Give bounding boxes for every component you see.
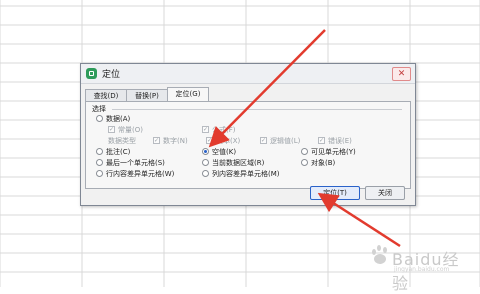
- option-comment-label: 批注(C): [106, 148, 131, 156]
- option-object-label: 对象(B): [311, 159, 336, 167]
- app-icon: [86, 68, 97, 79]
- option-col-diff[interactable]: 列内容差异单元格(M): [202, 169, 280, 179]
- option-current-region-label: 当前数据区域(R): [212, 159, 265, 167]
- option-logic[interactable]: ✓ 逻辑值(L): [260, 136, 300, 146]
- options-panel: 选择 数据(A) ✓ 常量(O) ✓ 公式(F) 数据类型 ✓ 数字(N) ✓ 文本(X…: [85, 101, 411, 189]
- option-constant[interactable]: ✓ 常量(O): [108, 125, 143, 135]
- option-row-diff[interactable]: 行内容差异单元格(W): [96, 169, 174, 179]
- option-constant-label: 常量(O): [118, 126, 143, 134]
- radio-blank[interactable]: [202, 147, 209, 155]
- option-visible-label: 可见单元格(Y): [311, 148, 356, 156]
- radio-data[interactable]: [96, 114, 103, 122]
- option-formula-label: 公式(F): [212, 126, 236, 134]
- dialog-titlebar[interactable]: 定位 ✕: [81, 64, 415, 84]
- radio-object[interactable]: [301, 158, 308, 166]
- option-number-label: 数字(N): [163, 137, 188, 145]
- check-logic[interactable]: ✓: [260, 136, 267, 144]
- option-current-region[interactable]: 当前数据区域(R): [202, 158, 264, 168]
- data-type-label: 数据类型: [108, 137, 136, 145]
- close-icon[interactable]: ✕: [392, 67, 411, 81]
- radio-row-diff[interactable]: [96, 169, 103, 177]
- option-error-label: 错误(E): [328, 137, 352, 145]
- option-comment[interactable]: 批注(C): [96, 147, 130, 157]
- dialog-title: 定位: [102, 70, 121, 80]
- option-logic-label: 逻辑值(L): [270, 137, 301, 145]
- option-visible[interactable]: 可见单元格(Y): [301, 147, 356, 157]
- option-blank[interactable]: 空值(K): [202, 147, 236, 157]
- option-error[interactable]: ✓ 错误(E): [318, 136, 352, 146]
- option-row-diff-label: 行内容差异单元格(W): [106, 170, 175, 178]
- check-text[interactable]: ✓: [206, 136, 213, 144]
- close-button[interactable]: 关闭: [365, 186, 405, 200]
- radio-comment[interactable]: [96, 147, 103, 155]
- watermark-sub: jingyan.baidu.com: [394, 266, 450, 273]
- option-formula[interactable]: ✓ 公式(F): [202, 125, 236, 135]
- option-text[interactable]: ✓ 文本(X): [206, 136, 240, 146]
- paw-logo-icon: [372, 245, 387, 264]
- option-data[interactable]: 数据(A): [96, 114, 130, 124]
- option-col-diff-label: 列内容差异单元格(M): [212, 170, 280, 178]
- locate-button[interactable]: 定位(T): [310, 186, 360, 200]
- check-formula[interactable]: ✓: [202, 125, 209, 133]
- watermark: Baidu经验 jingyan.baidu.com: [370, 236, 470, 293]
- goto-dialog: 定位 ✕ 查找(D) 替换(P) 定位(G) 选择 数据(A) ✓ 常量(O) ✓…: [80, 63, 416, 206]
- option-last-cell[interactable]: 最后一个单元格(S): [96, 158, 165, 168]
- option-last-cell-label: 最后一个单元格(S): [106, 159, 165, 167]
- radio-visible[interactable]: [301, 147, 308, 155]
- radio-last-cell[interactable]: [96, 158, 103, 166]
- option-data-label: 数据(A): [106, 115, 131, 123]
- radio-current-region[interactable]: [202, 158, 209, 166]
- radio-col-diff[interactable]: [202, 169, 209, 177]
- group-divider: [112, 109, 402, 110]
- select-group-label: 选择: [91, 104, 107, 114]
- check-error[interactable]: ✓: [318, 136, 325, 144]
- option-object[interactable]: 对象(B): [301, 158, 335, 168]
- option-number[interactable]: ✓ 数字(N): [153, 136, 188, 146]
- check-constant[interactable]: ✓: [108, 125, 115, 133]
- option-text-label: 文本(X): [216, 137, 241, 145]
- option-blank-label: 空值(K): [212, 148, 237, 156]
- check-number[interactable]: ✓: [153, 136, 160, 144]
